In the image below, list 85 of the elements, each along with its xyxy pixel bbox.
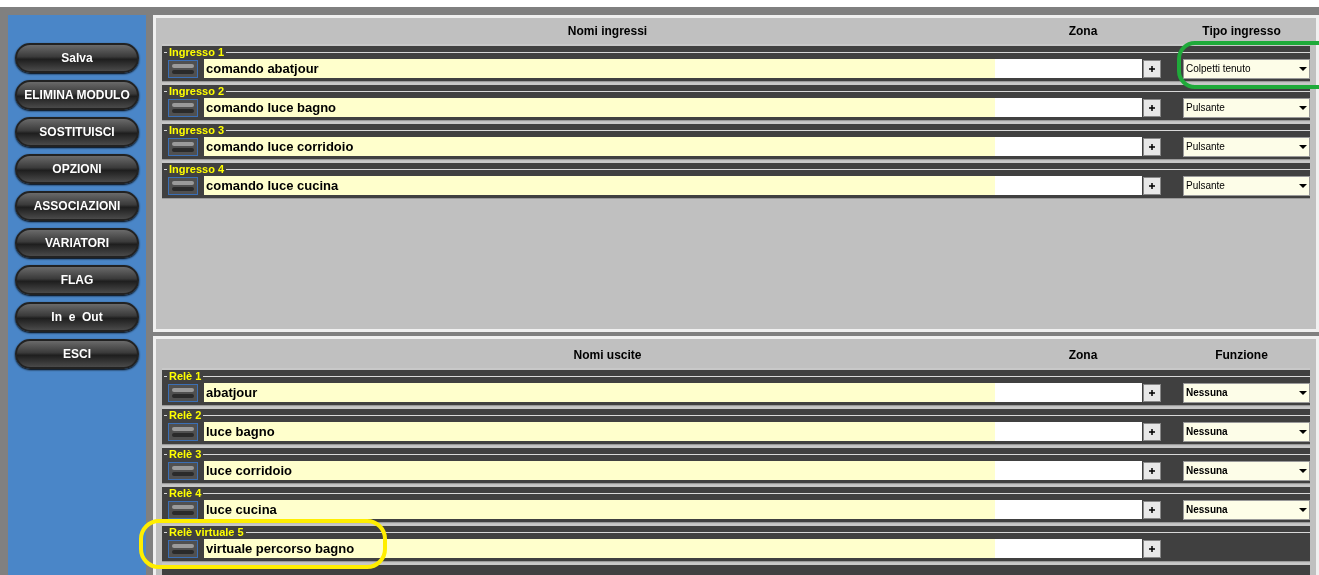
name-field[interactable]: abatjour xyxy=(204,383,995,402)
plus-icon xyxy=(1148,427,1156,436)
row-label: Ingresso 3 xyxy=(168,124,226,136)
toggle-button[interactable] xyxy=(168,176,198,195)
name-field[interactable]: comando luce cucina xyxy=(204,176,995,195)
row-label: Ingresso 2 xyxy=(168,85,226,97)
add-button[interactable] xyxy=(1143,539,1161,558)
caret-icon xyxy=(1297,388,1309,397)
zone-field[interactable] xyxy=(995,176,1142,195)
caret-icon xyxy=(1297,466,1309,475)
caret-icon xyxy=(1297,181,1309,190)
caret-icon xyxy=(1297,505,1309,514)
column-header: Nomi ingressi xyxy=(566,23,649,40)
sidebar-button[interactable]: SOSTITUISCI xyxy=(15,117,139,147)
zone-field[interactable] xyxy=(995,422,1142,441)
zone-field[interactable] xyxy=(995,59,1142,78)
toggle-button[interactable] xyxy=(168,422,198,441)
toggle-button[interactable] xyxy=(168,59,198,78)
toggle-button[interactable] xyxy=(168,500,198,519)
add-button[interactable] xyxy=(1143,137,1161,156)
name-field[interactable]: luce corridoio xyxy=(204,461,995,480)
add-button[interactable] xyxy=(1143,59,1161,78)
type-dropdown[interactable]: Nessuna xyxy=(1183,460,1310,481)
zone-field[interactable] xyxy=(995,500,1142,519)
column-header: Funzione xyxy=(1214,347,1269,364)
type-dropdown[interactable]: Nessuna xyxy=(1183,499,1310,520)
toggle-button[interactable] xyxy=(168,383,198,402)
plus-icon xyxy=(1148,388,1156,397)
column-header: Nomi uscite xyxy=(572,347,643,364)
sidebar-button[interactable]: Salva xyxy=(15,43,139,73)
plus-icon xyxy=(1148,466,1156,475)
type-dropdown[interactable]: Colpetti tenuto xyxy=(1183,58,1310,79)
row-label: Relè 3 xyxy=(168,448,203,460)
caret-icon xyxy=(1297,103,1309,112)
row-label: Relè virtuale 5 xyxy=(168,526,245,538)
type-dropdown[interactable]: Nessuna xyxy=(1183,421,1310,442)
zone-field[interactable] xyxy=(995,539,1142,558)
sidebar-button[interactable]: VARIATORI xyxy=(15,228,139,258)
add-button[interactable] xyxy=(1143,461,1161,480)
plus-icon xyxy=(1148,103,1156,112)
plus-icon xyxy=(1148,505,1156,514)
plus-icon xyxy=(1148,64,1156,73)
add-button[interactable] xyxy=(1143,500,1161,519)
column-header: Tipo ingresso xyxy=(1201,23,1282,40)
zone-field[interactable] xyxy=(995,137,1142,156)
zone-field[interactable] xyxy=(995,383,1142,402)
toggle-button[interactable] xyxy=(168,539,198,558)
name-field[interactable]: luce bagno xyxy=(204,422,995,441)
caret-icon xyxy=(1297,64,1309,73)
sidebar-button[interactable]: ASSOCIAZIONI xyxy=(15,191,139,221)
row-label: Ingresso 4 xyxy=(168,163,226,175)
toggle-button[interactable] xyxy=(168,461,198,480)
column-header: Zona xyxy=(1067,347,1099,364)
type-dropdown[interactable]: Pulsante xyxy=(1183,136,1310,157)
row-label: Relè 1 xyxy=(168,370,203,382)
type-dropdown[interactable]: Pulsante xyxy=(1183,97,1310,118)
sidebar-button[interactable]: ESCI xyxy=(15,339,139,369)
row-label: Relè 4 xyxy=(168,487,203,499)
name-field[interactable]: comando luce bagno xyxy=(204,98,995,117)
add-button[interactable] xyxy=(1143,98,1161,117)
row-label: Relè 2 xyxy=(168,409,203,421)
sidebar-button[interactable]: ELIMINA MODULO xyxy=(15,80,139,110)
zone-field[interactable] xyxy=(995,98,1142,117)
name-field[interactable]: luce cucina xyxy=(204,500,995,519)
row-label: Ingresso 1 xyxy=(168,46,226,58)
add-button[interactable] xyxy=(1143,422,1161,441)
plus-icon xyxy=(1148,544,1156,553)
add-button[interactable] xyxy=(1143,176,1161,195)
caret-icon xyxy=(1297,427,1309,436)
plus-icon xyxy=(1148,181,1156,190)
column-header: Zona xyxy=(1067,23,1099,40)
type-dropdown[interactable]: Nessuna xyxy=(1183,382,1310,403)
type-dropdown[interactable]: Pulsante xyxy=(1183,175,1310,196)
name-field[interactable]: comando abatjour xyxy=(204,59,995,78)
toggle-button[interactable] xyxy=(168,137,198,156)
sidebar-button[interactable]: OPZIONI xyxy=(15,154,139,184)
name-field[interactable]: comando luce corridoio xyxy=(204,137,995,156)
sidebar-button[interactable]: FLAG xyxy=(15,265,139,295)
caret-icon xyxy=(1297,142,1309,151)
add-button[interactable] xyxy=(1143,383,1161,402)
plus-icon xyxy=(1148,142,1156,151)
name-field[interactable]: virtuale percorso bagno xyxy=(204,539,995,558)
toggle-button[interactable] xyxy=(168,98,198,117)
zone-field[interactable] xyxy=(995,461,1142,480)
sidebar-button[interactable]: In e Out xyxy=(15,302,139,332)
